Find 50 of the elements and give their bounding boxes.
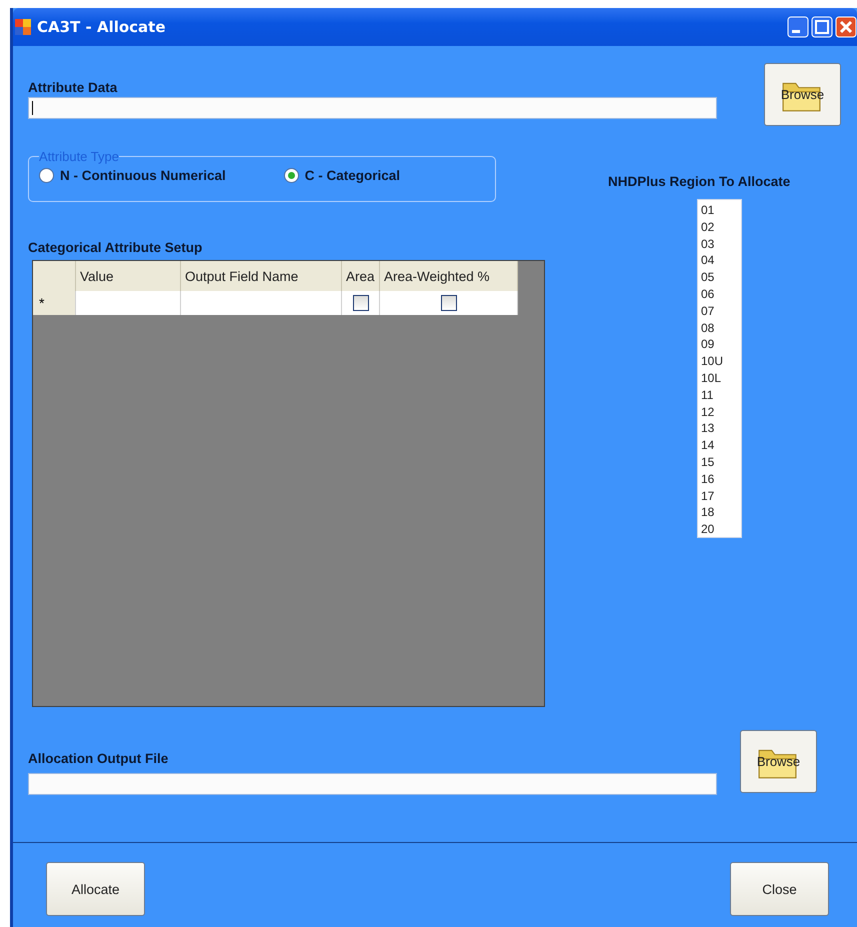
region-list[interactable]: 01 02 03 04 05 06 07 08 09 10U 10L 11 12 13 14 15 16 17 18 20 (697, 199, 742, 538)
list-item[interactable]: 16 (701, 470, 741, 488)
list-item[interactable]: 15 (701, 454, 741, 471)
list-item[interactable]: 08 (701, 320, 741, 336)
row-header (33, 261, 76, 291)
app-icon (15, 19, 31, 35)
column-header[interactable]: Area-Weighted % (380, 261, 518, 291)
minimize-icon[interactable] (787, 16, 809, 38)
browse-button[interactable]: Browse (740, 730, 817, 793)
window-title: CA3T - Allocate (37, 18, 167, 36)
list-item[interactable]: 04 (701, 252, 741, 270)
close-icon[interactable] (835, 16, 857, 38)
list-item[interactable]: 10L (701, 370, 741, 387)
row-marker: * (33, 291, 76, 315)
list-item[interactable]: 11 (701, 386, 741, 404)
radio-option[interactable]: N - Continuous Numerical (39, 168, 226, 183)
list-item[interactable]: 07 (701, 302, 741, 320)
checkbox[interactable] (352, 295, 368, 312)
grid-cell[interactable] (76, 291, 180, 315)
grid-title: Categorical Attribute Setup (28, 240, 202, 257)
list-item[interactable]: 14 (701, 437, 741, 454)
list-item[interactable]: 18 (701, 504, 741, 522)
input-field[interactable] (28, 97, 717, 119)
column-header[interactable]: Output Field Name (180, 261, 342, 291)
checkbox[interactable] (440, 295, 456, 312)
radio-button[interactable] (39, 168, 54, 183)
column-header[interactable]: Value (76, 261, 180, 291)
input-field[interactable] (28, 773, 717, 795)
list-item[interactable]: 03 (701, 236, 741, 252)
maximize-icon[interactable] (811, 16, 833, 38)
field-label: Attribute Data (28, 80, 118, 97)
list-label: NHDPlus Region To Allocate (608, 174, 792, 191)
push-button[interactable]: Close (730, 862, 829, 916)
list-item[interactable]: 05 (701, 269, 741, 286)
list-item[interactable]: 13 (701, 420, 741, 438)
field-label: Allocation Output File (28, 751, 168, 768)
push-button[interactable]: Allocate (46, 862, 145, 916)
list-item[interactable]: 06 (701, 286, 741, 303)
radio-button[interactable] (284, 168, 299, 183)
list-item[interactable]: 17 (701, 488, 741, 504)
list-item[interactable]: 10U (701, 353, 741, 370)
list-item[interactable]: 09 (701, 336, 741, 354)
grid-cell[interactable] (180, 291, 342, 315)
list-item[interactable]: 12 (701, 404, 741, 420)
column-header[interactable]: Area (342, 261, 380, 291)
list-item[interactable]: 01 (701, 202, 741, 219)
list-item[interactable]: 02 (701, 218, 741, 236)
list-item[interactable]: 20 (701, 521, 741, 538)
radio-option[interactable]: C - Categorical (284, 168, 400, 183)
browse-button[interactable]: Browse (764, 63, 841, 126)
